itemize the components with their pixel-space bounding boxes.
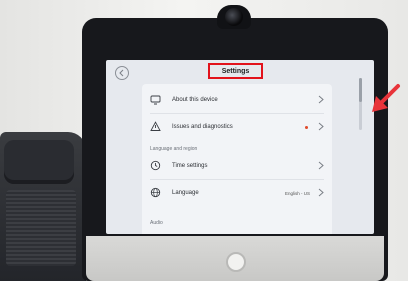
status-dot — [305, 126, 308, 129]
settings-item-language[interactable]: Language English - US — [142, 181, 332, 205]
settings-item-label: Language — [172, 190, 199, 196]
chevron-right-icon — [318, 188, 324, 197]
settings-item-time[interactable]: Time settings — [142, 154, 332, 178]
phone-handset — [4, 140, 74, 184]
settings-item-about[interactable]: About this device — [142, 88, 332, 112]
camera-lens — [225, 8, 243, 26]
settings-item-label: Issues and diagnostics — [172, 124, 233, 130]
device-screen: Settings About this device Issues and di… — [106, 60, 374, 234]
settings-item-issues[interactable]: Issues and diagnostics — [142, 115, 332, 139]
page-title: Settings — [221, 67, 250, 75]
clock-icon — [150, 160, 161, 171]
divider — [150, 113, 324, 114]
section-header-language: Language and region — [150, 146, 198, 152]
chevron-left-icon — [119, 69, 124, 77]
monitor-icon — [150, 95, 161, 105]
language-value: English - US — [284, 190, 310, 196]
chevron-right-icon — [318, 95, 324, 104]
chevron-right-icon — [318, 161, 324, 170]
annotation-arrow — [372, 84, 400, 112]
back-button[interactable] — [115, 66, 129, 80]
settings-item-label: About this device — [172, 97, 218, 103]
globe-icon — [150, 187, 161, 198]
home-button[interactable] — [226, 252, 246, 272]
warning-icon — [150, 121, 161, 131]
speaker-grille — [6, 190, 76, 266]
divider — [150, 179, 324, 180]
scrollbar-thumb[interactable] — [359, 78, 362, 102]
section-header-audio: Audio — [150, 220, 163, 226]
settings-title-highlight: Settings — [208, 63, 263, 79]
chevron-right-icon — [318, 122, 324, 131]
settings-panel: About this device Issues and diagnostics… — [142, 84, 332, 234]
settings-item-label: Time settings — [172, 163, 208, 169]
